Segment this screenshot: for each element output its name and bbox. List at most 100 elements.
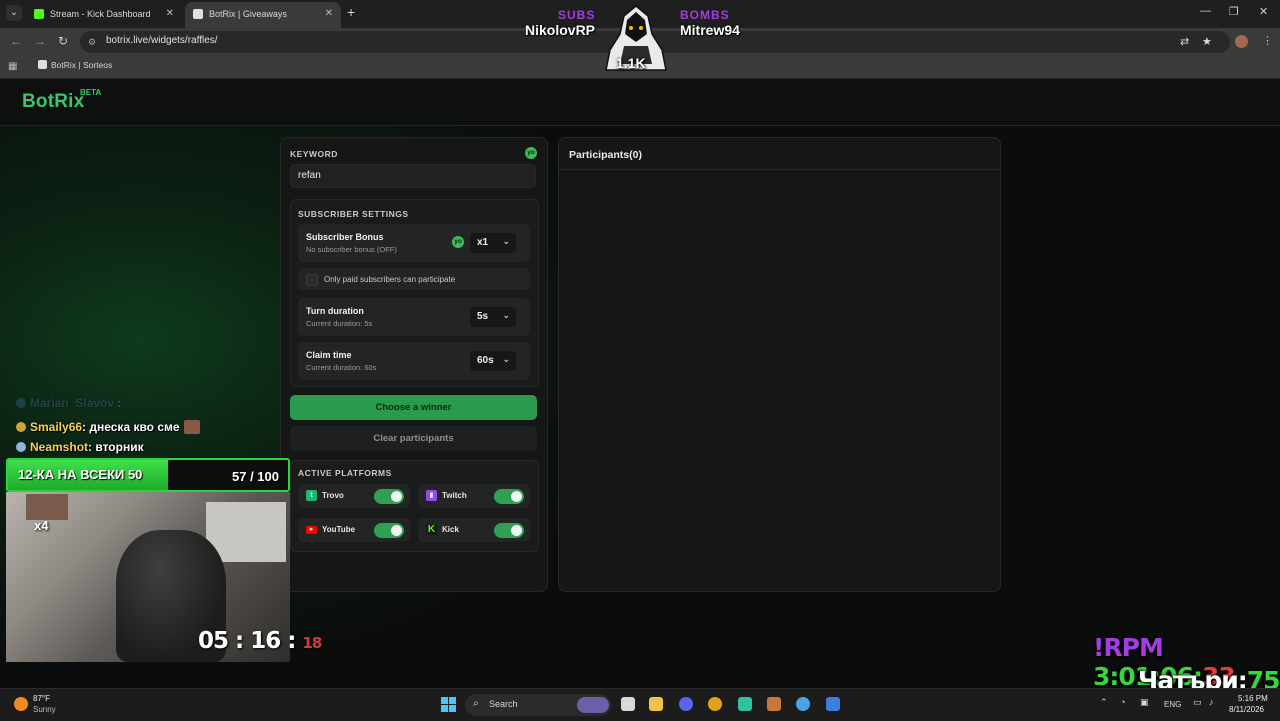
paid-only-checkbox[interactable] (306, 274, 318, 286)
stream-timer: 05 : 16 : 18 (198, 628, 322, 654)
platform-name: Kick (442, 525, 459, 534)
subscriber-bonus-title: Subscriber Bonus (306, 232, 384, 242)
maximize-window-icon[interactable]: ❐ (1229, 5, 1239, 18)
tab-title: BotRix | Giveaways (209, 9, 287, 19)
platform-name: Trovo (322, 491, 344, 500)
tab-search-menu-icon[interactable]: ⌄ (6, 5, 22, 21)
trovo-toggle[interactable] (374, 489, 404, 504)
volume-icon[interactable]: ♪ (1209, 697, 1214, 707)
language-indicator[interactable]: ENG (1164, 700, 1181, 709)
chat-emote-icon (183, 420, 200, 434)
profile-avatar[interactable] (1235, 35, 1248, 48)
forward-arrow-icon[interactable]: → (34, 34, 46, 48)
close-tab-icon[interactable]: ✕ (166, 2, 174, 26)
task-view-icon[interactable] (621, 697, 635, 711)
keyword-input[interactable]: refan (290, 164, 536, 188)
toggle-knob (391, 491, 402, 502)
clear-participants-button[interactable]: Clear participants (290, 426, 537, 451)
app-diamond-icon[interactable] (826, 697, 840, 711)
reload-icon[interactable]: ↻ (58, 34, 68, 48)
chrome-active-icon[interactable] (796, 697, 810, 711)
subscriber-goal-bar: 12-КА НА ВСЕКИ 50 57 / 100 (6, 458, 290, 492)
app-icon[interactable] (767, 697, 781, 711)
kick-toggle[interactable] (494, 523, 524, 538)
chat-message-text: : днеска кво сме (82, 420, 180, 434)
translate-icon[interactable]: ⇄ (1180, 35, 1189, 48)
turn-duration-select[interactable]: 5s ⌄ (470, 307, 516, 327)
platform-trovo: t Trovo (298, 484, 410, 508)
weather-condition[interactable]: Sunny (33, 705, 56, 714)
subscriber-settings-box: SUBSCRIBER SETTINGS Subscriber Bonus No … (290, 199, 539, 387)
botrix-favicon-icon (38, 60, 47, 69)
close-tab-icon[interactable]: ✕ (325, 2, 333, 26)
apps-grid-icon[interactable]: ▦ (8, 61, 17, 72)
weather-temperature[interactable]: 87°F (33, 694, 50, 703)
platform-twitch: ▮ Twitch (418, 484, 530, 508)
search-icon: ⌕ (473, 698, 479, 709)
botrix-logo[interactable]: BotRix (22, 91, 84, 113)
claim-time-row: Claim time Current duration: 60s 60s ⌄ (298, 342, 530, 380)
weather-sun-icon[interactable] (14, 697, 28, 711)
windows-start-icon[interactable] (441, 697, 456, 712)
audio-app-icon[interactable] (738, 697, 752, 711)
site-info-icon[interactable]: ⚙ (88, 37, 98, 47)
chevron-down-icon: ⌄ (502, 354, 510, 364)
tab-botrix-giveaways[interactable]: BotRix | Giveaways ✕ (185, 2, 341, 28)
taskbar-search[interactable]: ⌕ Search (465, 694, 611, 716)
participants-panel: Participants(0) (558, 137, 1001, 592)
choose-winner-button[interactable]: Choose a winner (290, 395, 537, 420)
claim-time-select[interactable]: 60s ⌄ (470, 351, 516, 371)
windows-taskbar: 87°F Sunny ⌕ Search ⌃ ◔ ▣ ENG ▭ ♪ 5:16 P… (0, 688, 1280, 721)
subscriber-bonus-subtitle: No subscriber bonus (OFF) (306, 245, 397, 254)
file-explorer-icon[interactable] (649, 697, 663, 711)
toggle-knob (391, 525, 402, 536)
botrix-favicon-icon (193, 9, 203, 19)
platform-kick: K Kick (418, 518, 530, 542)
subscriber-bonus-row: Subscriber Bonus No subscriber bonus (OF… (298, 224, 530, 262)
platform-youtube: ▸ YouTube (298, 518, 410, 542)
chrome-icon[interactable] (708, 697, 722, 711)
platform-name: YouTube (322, 525, 356, 534)
tab-kick-dashboard[interactable]: Stream - Kick Dashboard ✕ (26, 2, 182, 28)
subscriber-bonus-select[interactable]: x1 ⌄ (470, 233, 516, 253)
active-platforms-label: ACTIVE PLATFORMS (298, 468, 392, 478)
yo-badge-icon[interactable]: yo (452, 236, 464, 248)
chat-message: Smaily66: днеска кво сме (16, 420, 200, 434)
overlay-mascot-count: 1.1K (616, 55, 646, 71)
tab-title: Stream - Kick Dashboard (50, 9, 151, 19)
tray-app-icon[interactable]: ◔ (1120, 697, 1125, 707)
paid-only-label: Only paid subscribers can participate (324, 275, 456, 284)
chat-badge-icon (16, 422, 26, 432)
browser-menu-icon[interactable]: ⋮ (1262, 34, 1273, 47)
minimize-window-icon[interactable]: — (1200, 5, 1211, 17)
chat-username: Neamshot (30, 440, 89, 454)
subscriber-settings-label: SUBSCRIBER SETTINGS (298, 209, 409, 219)
back-arrow-icon[interactable]: ← (10, 34, 22, 48)
display-icon[interactable]: ▭ (1193, 697, 1202, 708)
youtube-toggle[interactable] (374, 523, 404, 538)
participants-title: Participants(0) (569, 149, 642, 161)
bookmark-botrix-sorteos[interactable]: BotRix | Sorteos (38, 60, 112, 70)
chevron-down-icon: ⌄ (502, 310, 510, 320)
timer-seconds: 18 (302, 634, 322, 652)
overlay-subs-name: NikolovRP (525, 22, 596, 38)
site-header: BotRix BETA (0, 79, 1280, 126)
discord-icon[interactable] (679, 697, 693, 711)
twitch-toggle[interactable] (494, 489, 524, 504)
clock-date[interactable]: 8/11/2026 (1229, 705, 1264, 714)
toggle-knob (511, 491, 522, 502)
clock-time[interactable]: 5:16 PM (1238, 694, 1268, 703)
bookmark-star-icon[interactable]: ★ (1202, 35, 1212, 48)
tray-app-icon[interactable]: ▣ (1140, 697, 1149, 708)
paid-only-row[interactable]: Only paid subscribers can participate (298, 268, 530, 290)
new-tab-plus-icon[interactable]: + (347, 4, 355, 20)
tray-overflow-icon[interactable]: ⌃ (1100, 697, 1108, 708)
close-window-icon[interactable]: ✕ (1259, 5, 1268, 18)
yo-badge-icon[interactable]: yo (525, 147, 537, 159)
chat-message: Neamshot: вторник (16, 440, 144, 454)
overlay-bombs-label: BOMBS (680, 8, 730, 22)
url-text[interactable]: botrix.live/widgets/raffles/ (106, 35, 218, 46)
raffle-settings-panel: KEYWORD yo refan SUBSCRIBER SETTINGS Sub… (280, 137, 548, 592)
turn-duration-subtitle: Current duration: 5s (306, 319, 373, 328)
chat-message-text: : (114, 396, 122, 410)
